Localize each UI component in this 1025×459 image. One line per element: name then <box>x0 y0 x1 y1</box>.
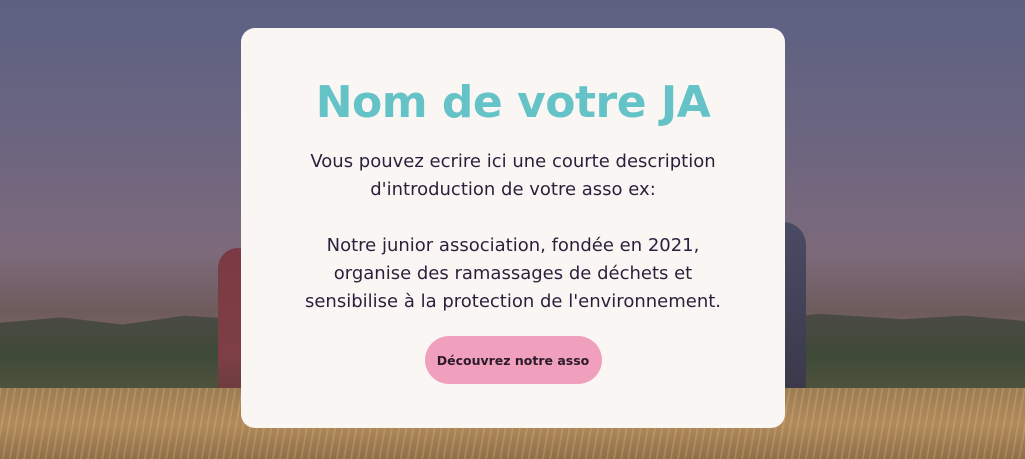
example-line: sensibilise à la protection de l'environ… <box>304 291 722 312</box>
example-line: organise des ramassages de déchets et <box>333 263 693 284</box>
discover-association-button[interactable]: Découvrez notre asso <box>424 336 602 384</box>
description-line: Vous pouvez ecrire ici une courte descri… <box>310 151 716 172</box>
intro-card: Nom de votre JA Vous pouvez ecrire ici u… <box>241 28 785 428</box>
intro-description: Vous pouvez ecrire ici une courte descri… <box>241 148 785 316</box>
page-title: Nom de votre JA <box>315 77 711 128</box>
description-line: d'introduction de votre asso ex: <box>370 179 656 200</box>
example-line: Notre junior association, fondée en 2021… <box>326 235 700 256</box>
